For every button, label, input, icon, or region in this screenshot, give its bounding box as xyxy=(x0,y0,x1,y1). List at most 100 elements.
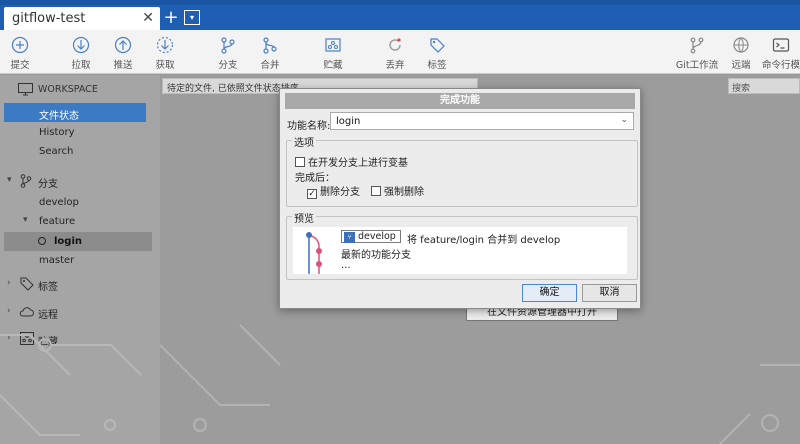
tab-menu-button[interactable]: ▾ xyxy=(184,10,200,25)
finish-feature-dialog: 完成功能 功能名称: login ⌄ 选项 在开发分支上进行变基 完成后： ✓ 删… xyxy=(279,88,641,309)
discard-button[interactable]: 丢弃 xyxy=(375,34,415,72)
pull-button[interactable]: 拉取 xyxy=(61,34,101,72)
gitflow-button[interactable]: Git工作流 xyxy=(675,34,719,72)
branch-button[interactable]: 分支 xyxy=(208,34,248,72)
options-title: 选项 xyxy=(292,134,316,149)
delete-branch-option[interactable]: ✓ 删除分支 xyxy=(307,183,360,199)
main-toolbar: 提交 拉取 推送 获取 分支 合并 贮藏 丢弃 标签 Git工作流 远端 命令行… xyxy=(0,30,800,74)
pull-label: 拉取 xyxy=(71,60,91,71)
tag-label: 标签 xyxy=(427,60,447,71)
chevron-down-icon: ▾ xyxy=(23,215,28,225)
fetch-button[interactable]: 获取 xyxy=(145,34,185,72)
workspace-header[interactable]: WORKSPACE xyxy=(0,78,160,102)
tag-button[interactable]: 标签 xyxy=(417,34,457,72)
sidebar-item-label: History xyxy=(39,127,75,138)
ok-button[interactable]: 确定 xyxy=(522,284,577,302)
branch-item-develop[interactable]: develop xyxy=(4,193,152,212)
stash-button[interactable]: 贮藏 xyxy=(313,34,353,72)
rebase-label: 在开发分支上进行变基 xyxy=(308,158,408,169)
close-icon[interactable]: ✕ xyxy=(142,10,154,26)
tags-label: 标签 xyxy=(38,282,58,293)
search-placeholder: 搜索 xyxy=(732,84,751,94)
discard-label: 丢弃 xyxy=(385,60,405,71)
remote-label: 远端 xyxy=(731,60,751,71)
plus-circle-icon xyxy=(11,36,29,54)
terminal-label: 命令行模 xyxy=(762,60,800,71)
preview-group: 预览 ⑂ develop 将 feature/login 合并到 develop … xyxy=(286,210,638,280)
branches-section[interactable]: ▾ 分支 xyxy=(0,171,160,191)
terminal-icon xyxy=(772,38,790,52)
options-group: 选项 在开发分支上进行变基 完成后： ✓ 删除分支 强制删除 xyxy=(286,134,638,207)
arrow-down-circle-icon xyxy=(72,36,90,54)
chevron-right-icon: › xyxy=(7,278,11,288)
feature-name-select[interactable]: login ⌄ xyxy=(330,112,634,130)
branch-icon xyxy=(20,174,32,188)
workspace-label: WORKSPACE xyxy=(38,84,98,95)
merge-button[interactable]: 合并 xyxy=(250,34,290,72)
dialog-title: 完成功能 xyxy=(285,93,635,109)
branch-folder-feature[interactable]: ▾ feature xyxy=(4,212,152,231)
sidebar-item-file-status[interactable]: 文件状态 xyxy=(4,103,146,122)
feature-name-label: 功能名称: xyxy=(287,121,331,132)
push-button[interactable]: 推送 xyxy=(103,34,143,72)
push-label: 推送 xyxy=(113,60,133,71)
commit-graph-icon xyxy=(306,232,322,274)
sidebar-item-search[interactable]: Search xyxy=(4,142,146,161)
after-label: 完成后： xyxy=(295,173,335,184)
preview-branch-name: develop xyxy=(358,231,396,242)
preview-title: 预览 xyxy=(292,210,316,225)
delete-branch-label: 删除分支 xyxy=(320,187,360,198)
delete-branch-checkbox[interactable]: ✓ xyxy=(307,189,317,199)
background-decoration xyxy=(160,324,800,444)
force-delete-option[interactable]: 强制删除 xyxy=(371,183,424,198)
preview-more: ... xyxy=(341,260,351,271)
dashed-download-icon xyxy=(156,36,174,54)
sidebar-item-label: 文件状态 xyxy=(39,111,79,122)
background-decoration xyxy=(0,334,142,436)
repo-tab-title: gitflow-test xyxy=(12,11,86,26)
merge-label: 合并 xyxy=(260,60,280,71)
stash-icon xyxy=(325,38,341,52)
new-tab-button[interactable]: + xyxy=(162,9,180,27)
stash-label: 贮藏 xyxy=(323,60,343,71)
branches-label: 分支 xyxy=(38,179,58,190)
rebase-option[interactable]: 在开发分支上进行变基 xyxy=(295,154,408,169)
preview-box: ⑂ develop 将 feature/login 合并到 develop 最新的… xyxy=(293,227,627,274)
branch-name: develop xyxy=(39,197,79,208)
globe-icon xyxy=(733,37,749,53)
menu-strip xyxy=(0,0,800,5)
branch-label: 分支 xyxy=(218,60,238,71)
fetch-label: 获取 xyxy=(155,60,175,71)
sidebar-item-history[interactable]: History xyxy=(4,123,146,142)
sidebar-item-label: Search xyxy=(39,146,74,157)
branch-folder-name: feature xyxy=(39,216,76,227)
branch-icon: ⑂ xyxy=(344,232,355,243)
branch-item-master[interactable]: master xyxy=(4,251,152,270)
rebase-checkbox[interactable] xyxy=(295,157,305,167)
tags-section[interactable]: › 标签 xyxy=(0,274,160,294)
branch-item-login[interactable]: login xyxy=(4,232,152,251)
commit-button[interactable]: 提交 xyxy=(0,34,40,72)
force-delete-checkbox[interactable] xyxy=(371,186,381,196)
remote-button[interactable]: 远端 xyxy=(721,34,761,72)
gitflow-icon xyxy=(690,37,704,54)
terminal-button[interactable]: 命令行模 xyxy=(762,34,800,72)
merge-icon xyxy=(263,37,277,54)
tag-icon xyxy=(430,38,445,53)
arrow-up-circle-icon xyxy=(114,36,132,54)
cancel-button[interactable]: 取消 xyxy=(582,284,637,302)
tag-icon xyxy=(20,277,34,291)
branch-name: login xyxy=(54,236,83,247)
branch-icon xyxy=(221,37,235,54)
commit-label: 提交 xyxy=(10,60,30,71)
discard-icon xyxy=(389,38,401,51)
search-input[interactable]: 搜索 xyxy=(728,78,800,94)
title-bar: gitflow-test ✕ + ▾ xyxy=(0,0,800,30)
preview-branch-badge: ⑂ develop xyxy=(341,230,401,243)
monitor-icon xyxy=(18,83,33,96)
branch-name: master xyxy=(39,255,75,266)
repo-tab[interactable]: gitflow-test ✕ xyxy=(4,7,160,30)
force-delete-label: 强制删除 xyxy=(384,187,424,198)
sidebar: WORKSPACE 文件状态 History Search ▾ 分支 devel… xyxy=(0,75,160,444)
preview-merge-text: 将 feature/login 合并到 develop xyxy=(407,235,561,246)
